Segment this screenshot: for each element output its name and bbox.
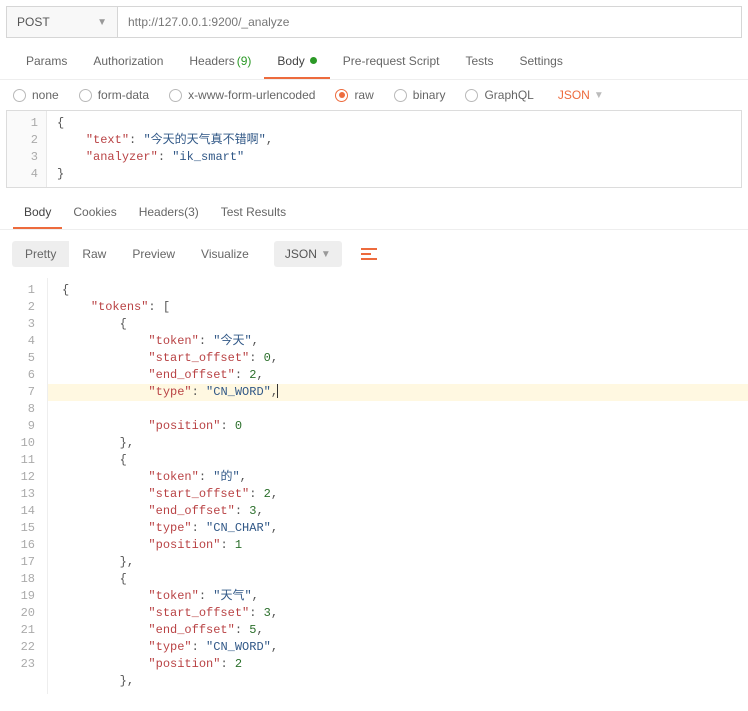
- bodytype-raw[interactable]: raw: [335, 88, 373, 102]
- tab-body[interactable]: Body: [264, 44, 329, 79]
- tab-body-label: Body: [277, 54, 304, 68]
- bodytype-graphql-label: GraphQL: [484, 88, 533, 102]
- response-lang-select[interactable]: JSON ▼: [274, 241, 342, 267]
- radio-icon: [394, 89, 407, 102]
- bodytype-binary[interactable]: binary: [394, 88, 446, 102]
- http-method-select[interactable]: POST ▼: [6, 6, 118, 38]
- tab-headers-label: Headers: [189, 54, 234, 68]
- raw-button[interactable]: Raw: [69, 241, 119, 267]
- resp-tab-test-results[interactable]: Test Results: [210, 196, 297, 229]
- body-lang-label: JSON: [558, 88, 590, 102]
- tab-tests[interactable]: Tests: [452, 44, 506, 79]
- visualize-button[interactable]: Visualize: [188, 241, 262, 267]
- tab-settings[interactable]: Settings: [507, 44, 576, 79]
- tab-authorization[interactable]: Authorization: [80, 44, 176, 79]
- url-value: http://127.0.0.1:9200/_analyze: [128, 15, 289, 29]
- tab-params[interactable]: Params: [13, 44, 80, 79]
- body-type-row: none form-data x-www-form-urlencoded raw…: [0, 80, 748, 110]
- tab-headers[interactable]: Headers (9): [176, 44, 264, 79]
- req-gutter: 1234: [7, 111, 47, 187]
- bodytype-form-data-label: form-data: [98, 88, 149, 102]
- request-body-editor[interactable]: 1234 { "text": "今天的天气真不错啊", "analyzer": …: [6, 110, 742, 188]
- resp-tab-headers-count: (3): [184, 205, 199, 219]
- request-tabs: Params Authorization Headers (9) Body Pr…: [0, 44, 748, 80]
- response-lang-label: JSON: [285, 247, 317, 261]
- tab-headers-count: (9): [237, 54, 252, 68]
- radio-icon: [13, 89, 26, 102]
- body-modified-dot-icon: [310, 57, 317, 64]
- pretty-button[interactable]: Pretty: [12, 241, 69, 267]
- http-method-label: POST: [17, 15, 50, 29]
- radio-icon: [169, 89, 182, 102]
- pretty-group: Pretty Raw Preview Visualize: [12, 241, 262, 267]
- bodytype-none-label: none: [32, 88, 59, 102]
- response-body-code: { "tokens": [ { "token": "今天", "start_of…: [48, 278, 748, 694]
- radio-icon: [335, 89, 348, 102]
- resp-tab-headers-label: Headers: [139, 205, 184, 219]
- resp-tab-headers[interactable]: Headers (3): [128, 196, 210, 229]
- response-body-viewer[interactable]: 1234567891011121314151617181920212223 { …: [0, 278, 748, 694]
- tab-prerequest[interactable]: Pre-request Script: [330, 44, 453, 79]
- resp-gutter: 1234567891011121314151617181920212223: [0, 278, 48, 694]
- bodytype-form-data[interactable]: form-data: [79, 88, 149, 102]
- response-tabs: Body Cookies Headers (3) Test Results: [0, 196, 748, 230]
- wrap-lines-icon: [361, 248, 377, 260]
- bodytype-urlencoded[interactable]: x-www-form-urlencoded: [169, 88, 315, 102]
- wrap-lines-button[interactable]: [354, 240, 384, 268]
- bodytype-none[interactable]: none: [13, 88, 59, 102]
- bodytype-graphql[interactable]: GraphQL: [465, 88, 533, 102]
- bodytype-binary-label: binary: [413, 88, 446, 102]
- response-toolbar: Pretty Raw Preview Visualize JSON ▼: [0, 230, 748, 278]
- chevron-down-icon: ▼: [97, 17, 107, 28]
- url-input[interactable]: http://127.0.0.1:9200/_analyze: [118, 6, 742, 38]
- request-body-code: { "text": "今天的天气真不错啊", "analyzer": "ik_s…: [47, 111, 741, 187]
- bodytype-urlencoded-label: x-www-form-urlencoded: [188, 88, 315, 102]
- chevron-down-icon: ▼: [321, 249, 331, 260]
- bodytype-raw-label: raw: [354, 88, 373, 102]
- body-lang-select[interactable]: JSON ▼: [558, 88, 604, 102]
- resp-tab-cookies[interactable]: Cookies: [62, 196, 127, 229]
- resp-tab-body[interactable]: Body: [13, 196, 62, 229]
- chevron-down-icon: ▼: [594, 90, 604, 101]
- radio-icon: [79, 89, 92, 102]
- preview-button[interactable]: Preview: [119, 241, 188, 267]
- radio-icon: [465, 89, 478, 102]
